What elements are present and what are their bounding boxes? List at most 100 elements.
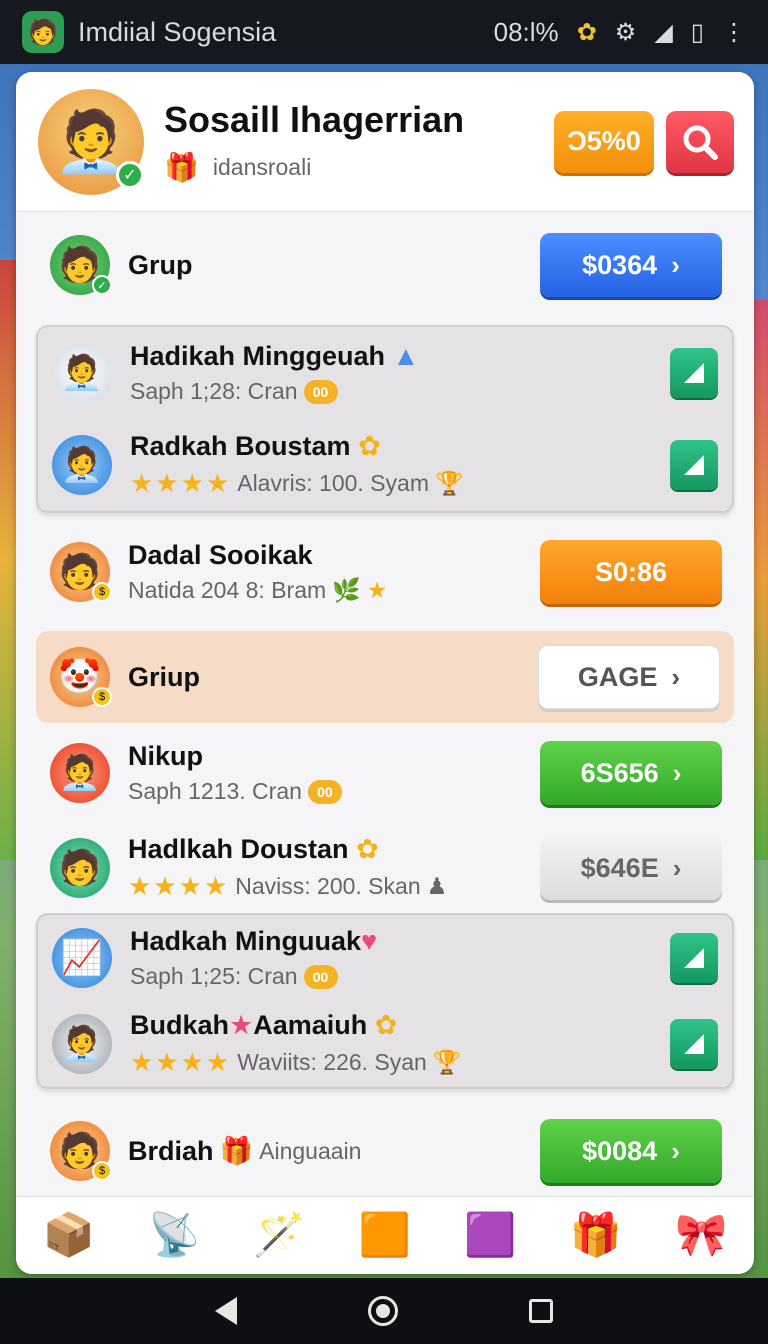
row-subtitle: Alavris: 100. Syam bbox=[237, 470, 429, 496]
star-badge-icon: ✿ bbox=[374, 1010, 398, 1040]
button-label: GAGE bbox=[577, 661, 658, 692]
button-label: $0084 bbox=[582, 1135, 658, 1166]
battery-icon: ▯ bbox=[690, 18, 704, 46]
button-label: 6S656 bbox=[580, 757, 659, 788]
profile-username: idansroali bbox=[212, 154, 312, 180]
boxes-icon[interactable]: 📦 bbox=[43, 1211, 95, 1260]
list-item[interactable]: 🧑 $ Dadal Sooikak Natida 204 8: Bram 🌿 ★ S0… bbox=[16, 513, 754, 631]
list-item[interactable]: 🧑 Hadlkah Doustan ✿ ★★★★ Naviss: 200. Ska… bbox=[16, 823, 754, 913]
row-title: Hadlkah Doustan bbox=[128, 834, 349, 864]
background-decoration-right bbox=[752, 300, 768, 860]
row-subtitle: Ainguaain bbox=[259, 1137, 362, 1164]
edit-button[interactable] bbox=[670, 348, 718, 398]
search-button[interactable] bbox=[666, 110, 734, 173]
edit-button[interactable] bbox=[670, 933, 718, 983]
trophy-icon: 🏆 bbox=[434, 470, 464, 496]
row-title: Radkah Boustam bbox=[130, 431, 351, 461]
coin-icon: 00 bbox=[303, 964, 338, 989]
price-button[interactable]: 6S656 › bbox=[540, 741, 722, 805]
star-icon: ★ bbox=[366, 577, 388, 603]
price-button[interactable]: $646E › bbox=[540, 836, 722, 900]
list-item[interactable]: 🧑 ✓ Grup $0364 › bbox=[16, 213, 754, 317]
triangle-icon: ▲ bbox=[392, 341, 420, 371]
signal-icon: ◢ bbox=[654, 18, 673, 46]
profile-avatar[interactable]: 🧑‍💼 ✓ bbox=[38, 88, 144, 195]
join-button[interactable]: $0364 › bbox=[540, 233, 722, 297]
row-title: Dadal Sooikak bbox=[128, 540, 313, 570]
settings-icon: ⚙ bbox=[614, 18, 637, 46]
back-icon[interactable] bbox=[215, 1297, 238, 1325]
group-box: 📈 Hadkah Minguuak♥ Saph 1;25: Cran 00 🧑‍💼… bbox=[36, 913, 734, 1089]
coin-icon: 00 bbox=[307, 779, 342, 804]
bottom-nav: 📦 📡 🪄 🟧 🟪 🎁 🎀 bbox=[16, 1196, 754, 1274]
list-item[interactable]: 🧑‍💼 Nikup Saph 1213. Cran 00 6S656 › bbox=[16, 723, 754, 823]
coin-badge-icon: $ bbox=[92, 582, 112, 602]
verified-check-icon: ✓ bbox=[116, 160, 144, 189]
avatar: 🧑 ✓ bbox=[50, 235, 112, 295]
row-subtitle: Naviss: 200. Skan bbox=[235, 873, 421, 899]
recent-apps-icon[interactable] bbox=[528, 1299, 553, 1323]
leaf-icon: 🌿 bbox=[332, 577, 361, 603]
row-subtitle: Natida 204 8: Bram bbox=[128, 577, 327, 603]
avatar: 🧑‍💼 bbox=[52, 1014, 112, 1074]
gift-box-icon[interactable]: 🟪 bbox=[464, 1211, 516, 1260]
heart-icon: ♥ bbox=[361, 926, 378, 956]
edit-button[interactable] bbox=[670, 440, 718, 490]
trophy-icon: 🏆 bbox=[432, 1049, 462, 1075]
list-item[interactable]: 📈 Hadkah Minguuak♥ Saph 1;25: Cran 00 bbox=[38, 915, 732, 1001]
avatar: 🧑 $ bbox=[50, 542, 112, 602]
coin-badge-icon: $ bbox=[92, 687, 112, 707]
chevron-right-icon: › bbox=[672, 757, 682, 788]
button-label: S0:86 bbox=[594, 556, 668, 587]
row-subtitle: Saph 1;28: Cran bbox=[130, 378, 298, 404]
list-item[interactable]: 🧑‍💼 Hadikah Minggeuah ▲ Saph 1;28: Cran 0… bbox=[38, 327, 732, 419]
friend-list: 🧑 ✓ Grup $0364 › 🧑‍💼 Hadikah Minggeuah ▲ S… bbox=[16, 213, 754, 1201]
avatar: 🤡 $ bbox=[50, 647, 112, 707]
chevron-right-icon: › bbox=[671, 249, 680, 280]
star-icon: ★ bbox=[229, 1010, 254, 1040]
present-icon[interactable]: 🎁 bbox=[570, 1211, 622, 1260]
character-icon[interactable]: 🟧 bbox=[359, 1211, 411, 1260]
star-badge-icon: ✿ bbox=[358, 431, 381, 461]
app-title: Imdiial Sogensia bbox=[78, 16, 277, 47]
button-label: $0364 bbox=[582, 249, 658, 280]
star-badge-icon: ✿ bbox=[356, 834, 379, 864]
price-button[interactable]: S0:86 bbox=[540, 540, 722, 604]
avatar: 📈 bbox=[52, 928, 112, 988]
row-title: Brdiah bbox=[128, 1135, 214, 1166]
wifi-tool-icon[interactable]: 📡 bbox=[148, 1211, 200, 1260]
list-item[interactable]: 🤡 $ Griup GAGE › bbox=[36, 631, 734, 723]
coin-balance-label: Ɔ5%0 bbox=[567, 126, 641, 156]
row-title-2: Aamaiuh bbox=[253, 1010, 368, 1040]
avatar: 🧑‍💼 bbox=[52, 343, 112, 403]
more-icon[interactable]: ⋮ bbox=[722, 18, 746, 47]
row-subtitle: Saph 1;25: Cran bbox=[130, 963, 298, 989]
main-panel: 🧑‍💼 ✓ Sosaill Ihagerrian 🎁 idansroali Ɔ5… bbox=[16, 72, 754, 1274]
search-icon bbox=[683, 125, 718, 160]
wand-icon[interactable]: 🪄 bbox=[253, 1211, 305, 1260]
ribbon-icon[interactable]: 🎀 bbox=[675, 1211, 727, 1260]
edit-icon bbox=[684, 455, 704, 475]
coin-balance-button[interactable]: Ɔ5%0 bbox=[554, 110, 654, 173]
edit-icon bbox=[684, 363, 704, 383]
row-title: Griup bbox=[128, 661, 200, 692]
online-badge-icon: ✓ bbox=[92, 275, 112, 295]
row-title: Hadikah Minggeuah bbox=[130, 341, 386, 371]
row-title: Nikup bbox=[128, 741, 204, 771]
avatar: 🧑 $ bbox=[50, 1121, 112, 1181]
game-button[interactable]: GAGE › bbox=[538, 645, 720, 709]
status-icons: 08:l% ✿ ⚙ ◢ ▯ ⋮ bbox=[494, 17, 746, 48]
list-item[interactable]: 🧑‍💼 Radkah Boustam ✿ ★★★★ Alavris: 100. S… bbox=[38, 419, 732, 511]
list-item[interactable]: 🧑‍💼 Budkah★Aamaiuh ✿ ★★★★ Waviits: 226. S… bbox=[38, 1001, 732, 1087]
home-icon[interactable] bbox=[367, 1296, 398, 1326]
profile-name: Sosaill Ihagerrian bbox=[164, 99, 465, 140]
button-label: $646E bbox=[580, 852, 659, 883]
edit-button[interactable] bbox=[670, 1019, 718, 1069]
chevron-right-icon: › bbox=[672, 852, 682, 883]
avatar: 🧑‍💼 bbox=[52, 435, 112, 495]
system-nav-bar bbox=[0, 1278, 768, 1344]
profile-header: 🧑‍💼 ✓ Sosaill Ihagerrian 🎁 idansroali Ɔ5… bbox=[16, 72, 754, 212]
list-item[interactable]: 🧑 $ Brdiah 🎁 Ainguaain $0084 › bbox=[16, 1101, 754, 1201]
avatar: 🧑‍💼 bbox=[50, 743, 110, 803]
price-button[interactable]: $0084 › bbox=[540, 1119, 722, 1183]
